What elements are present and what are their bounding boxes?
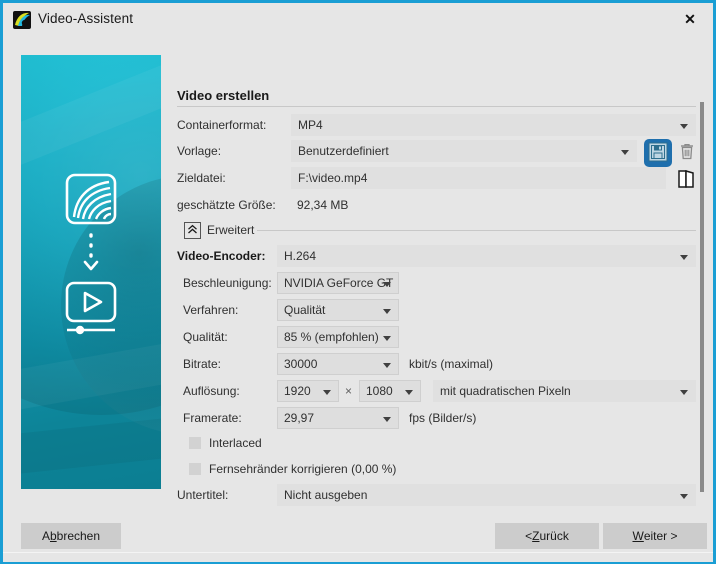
title-bar: Video-Assistent ✕ xyxy=(3,3,713,37)
close-icon[interactable]: ✕ xyxy=(667,3,713,36)
title-divider xyxy=(177,106,696,107)
chevron-down-icon xyxy=(383,363,391,368)
interlaced-checkbox[interactable] xyxy=(189,437,201,449)
chevron-down-icon xyxy=(323,390,331,395)
vorlage-label: Vorlage: xyxy=(177,144,222,158)
beschleunigung-select[interactable]: NVIDIA GeForce GT xyxy=(277,272,399,294)
video-encoder-select[interactable]: H.264 xyxy=(277,245,696,267)
erweitert-divider xyxy=(257,230,696,231)
chevron-down-icon xyxy=(680,255,688,260)
dialog-body: Video erstellen Containerformat: MP4 Vor… xyxy=(3,36,713,533)
bitrate-select[interactable]: 30000 xyxy=(277,353,399,375)
framerate-value: 29,97 xyxy=(284,411,315,425)
window-title: Video-Assistent xyxy=(38,11,134,26)
back-accel: Z xyxy=(532,529,540,543)
back-post: urück xyxy=(539,529,569,543)
next-post: eiter > xyxy=(643,529,678,543)
aufloesung-width-select[interactable]: 1920 xyxy=(277,380,339,402)
framerate-unit: fps (Bilder/s) xyxy=(409,411,477,425)
erweitert-toggle[interactable] xyxy=(184,222,201,239)
trash-icon xyxy=(679,143,695,163)
fernsehraender-label: Fernsehränder korrigieren (0,00 %) xyxy=(209,462,397,476)
cancel-accel: b xyxy=(49,529,57,543)
cancel-button[interactable]: Ab brechen xyxy=(21,523,121,549)
aufloesung-height-select[interactable]: 1080 xyxy=(359,380,421,402)
aufloesung-label: Auflösung: xyxy=(183,384,240,398)
video-encoder-value: H.264 xyxy=(284,249,317,263)
floppy-disk-icon xyxy=(648,142,668,165)
next-accel: W xyxy=(632,529,644,543)
interlaced-label: Interlaced xyxy=(209,436,262,450)
film-strip-icon xyxy=(65,173,117,225)
groesse-label: geschätzte Größe: xyxy=(177,198,276,212)
qualitaet-value: 85 % (empfohlen) xyxy=(284,330,379,344)
groesse-value: 92,34 MB xyxy=(297,198,349,212)
banner-band-3 xyxy=(21,413,161,477)
banner-icon-group xyxy=(21,173,161,376)
page-title: Video erstellen xyxy=(177,88,270,103)
next-button[interactable]: Weiter > xyxy=(603,523,707,549)
verfahren-label: Verfahren: xyxy=(183,303,239,317)
chevron-down-icon xyxy=(383,336,391,341)
cancel-pre: A xyxy=(41,529,50,543)
chevron-down-icon xyxy=(383,417,391,422)
chevron-down-icon xyxy=(680,494,688,499)
dotted-down-arrow-icon xyxy=(83,233,99,271)
aufloesung-height-value: 1080 xyxy=(366,384,393,398)
chevron-down-icon xyxy=(405,390,413,395)
containerformat-value: MP4 xyxy=(298,118,323,132)
aufloesung-pixelmode-select[interactable]: mit quadratischen Pixeln xyxy=(433,380,696,402)
chevron-down-icon xyxy=(383,309,391,314)
bitrate-label: Bitrate: xyxy=(183,357,222,371)
framerate-select[interactable]: 29,97 xyxy=(277,407,399,429)
back-button[interactable]: < Zurück xyxy=(495,523,599,549)
zieldatei-value: F:\video.mp4 xyxy=(298,171,368,185)
bitrate-unit: kbit/s (maximal) xyxy=(409,357,494,371)
untertitel-value: Nicht ausgeben xyxy=(284,488,368,502)
video-encoder-label: Video-Encoder: xyxy=(177,249,266,263)
video-assistant-window: Video-Assistent ✕ Video erstellen Contai… xyxy=(0,0,716,564)
aufloesung-separator: × xyxy=(345,384,353,398)
folder-icon xyxy=(677,169,695,192)
zieldatei-label: Zieldatei: xyxy=(177,171,226,185)
back-pre: < xyxy=(525,529,533,543)
chevron-down-icon xyxy=(383,282,391,287)
footer-divider xyxy=(3,552,713,553)
beschleunigung-value: NVIDIA GeForce GT xyxy=(284,276,394,290)
save-template-button[interactable] xyxy=(644,139,672,167)
qualitaet-label: Qualität: xyxy=(183,330,228,344)
containerformat-label: Containerformat: xyxy=(177,118,267,132)
containerformat-select[interactable]: MP4 xyxy=(291,114,696,136)
untertitel-label: Untertitel: xyxy=(177,488,229,502)
erweitert-label: Erweitert xyxy=(207,223,255,237)
aufloesung-pixelmode-value: mit quadratischen Pixeln xyxy=(440,384,571,398)
fernsehraender-checkbox[interactable] xyxy=(189,463,201,475)
chevron-down-icon xyxy=(680,124,688,129)
verfahren-select[interactable]: Qualität xyxy=(277,299,399,321)
chevron-double-up-icon xyxy=(187,224,198,238)
untertitel-select[interactable]: Nicht ausgeben xyxy=(277,484,696,506)
beschleunigung-label: Beschleunigung: xyxy=(183,276,272,290)
zieldatei-input[interactable]: F:\video.mp4 xyxy=(291,167,666,189)
scrollbar-thumb[interactable] xyxy=(700,102,704,492)
vorlage-select[interactable]: Benutzerdefiniert xyxy=(291,140,637,162)
scrollbar-track[interactable] xyxy=(700,86,706,526)
bitrate-value: 30000 xyxy=(284,357,318,371)
chevron-down-icon xyxy=(621,150,629,155)
qualitaet-select[interactable]: 85 % (empfohlen) xyxy=(277,326,399,348)
vorlage-value: Benutzerdefiniert xyxy=(298,144,389,158)
video-app-icon xyxy=(13,11,31,29)
chevron-down-icon xyxy=(680,390,688,395)
delete-template-button[interactable] xyxy=(677,143,697,163)
video-player-icon xyxy=(65,281,117,335)
verfahren-value: Qualität xyxy=(284,303,326,317)
framerate-label: Framerate: xyxy=(183,411,242,425)
wizard-banner-image xyxy=(21,55,161,489)
settings-form: Video erstellen Containerformat: MP4 Vor… xyxy=(171,36,696,533)
browse-file-button[interactable] xyxy=(675,169,697,191)
dialog-footer: Ab brechen < Zurück Weiter > xyxy=(3,508,713,562)
cancel-post: brechen xyxy=(56,529,101,543)
aufloesung-width-value: 1920 xyxy=(284,384,311,398)
